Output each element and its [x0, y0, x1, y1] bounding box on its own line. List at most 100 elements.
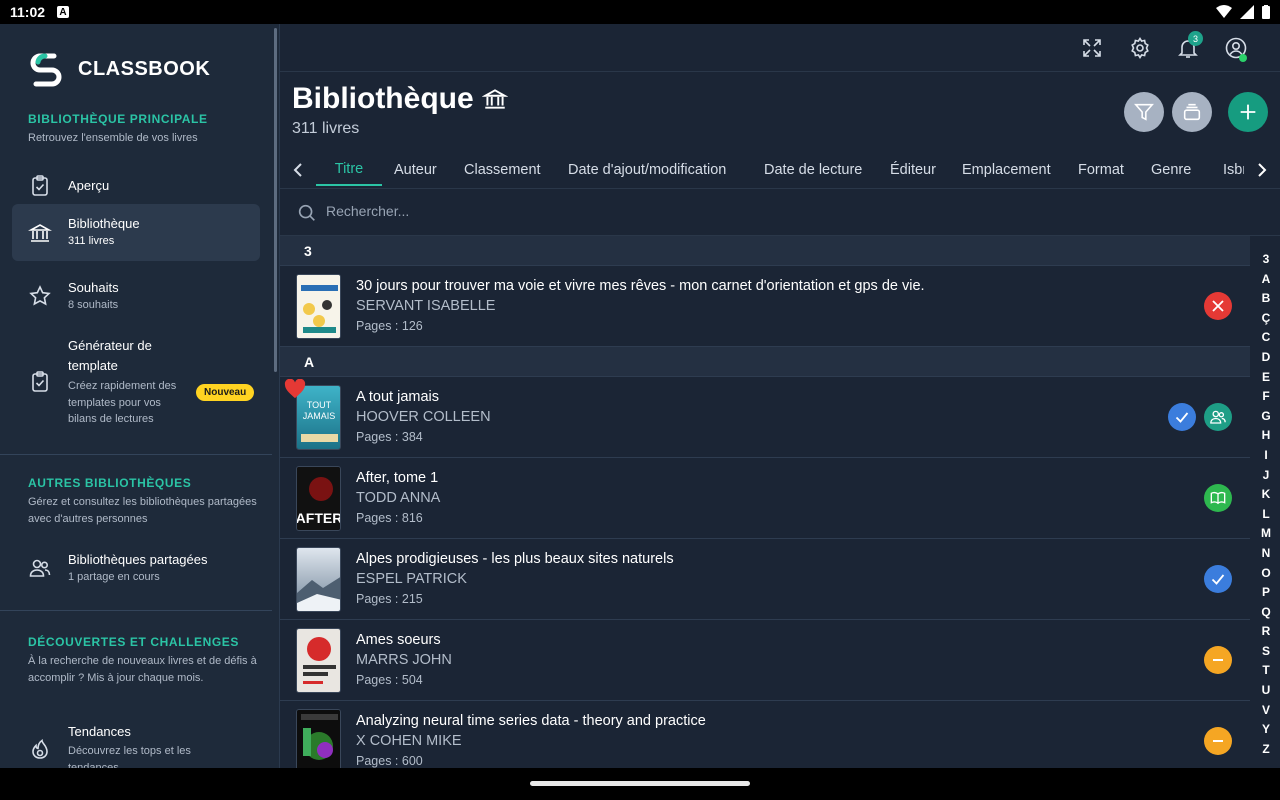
- tab-isbn[interactable]: Isbn: [1223, 154, 1244, 186]
- book-row[interactable]: 30 jours pour trouver ma voie et vivre m…: [280, 266, 1250, 347]
- tab-classement[interactable]: Classement: [464, 154, 541, 186]
- alphabet-letter[interactable]: M: [1256, 524, 1276, 544]
- fullscreen-icon[interactable]: [1080, 36, 1104, 60]
- tab-editeur[interactable]: Éditeur: [890, 154, 936, 186]
- sidebar-item-template-generator[interactable]: Générateur de template Créez rapidement …: [12, 336, 260, 426]
- status-lent[interactable]: [1204, 403, 1232, 431]
- sidebar-item-label: Bibliothèque: [68, 216, 140, 232]
- book-list: 3 30 jours pour trouver ma voie et vivre…: [280, 236, 1250, 768]
- alphabet-letter[interactable]: 3: [1256, 250, 1276, 270]
- tab-auteur[interactable]: Auteur: [394, 154, 437, 186]
- main-library-section-subtitle: Retrouvez l'ensemble de vos livres: [28, 132, 198, 144]
- sidebar-item-bibliotheque[interactable]: Bibliothèque 311 livres: [12, 204, 260, 261]
- add-book-button[interactable]: [1228, 92, 1268, 132]
- alphabet-letter[interactable]: J: [1256, 466, 1276, 486]
- sidebar-item-shared-libraries[interactable]: Bibliothèques partagées 1 partage en cou…: [12, 548, 260, 588]
- book-title: Analyzing neural time series data - theo…: [356, 713, 706, 729]
- tab-titre[interactable]: Titre: [316, 154, 382, 186]
- alphabet-index: 3 A B Ç C D E F G H I J K L M N O P Q R …: [1256, 250, 1276, 759]
- book-cover: [296, 628, 341, 693]
- alphabet-letter[interactable]: V: [1256, 701, 1276, 721]
- sidebar-item-label: Aperçu: [68, 178, 110, 193]
- collections-button[interactable]: [1172, 92, 1212, 132]
- alphabet-letter[interactable]: R: [1256, 622, 1276, 642]
- sidebar-divider: [0, 610, 272, 611]
- status-paused[interactable]: [1204, 646, 1232, 674]
- alphabet-letter[interactable]: B: [1256, 289, 1276, 309]
- book-pages: Pages : 504: [356, 673, 423, 687]
- status-reading[interactable]: [1204, 484, 1232, 512]
- alphabet-letter[interactable]: D: [1256, 348, 1276, 368]
- alphabet-letter[interactable]: H: [1256, 426, 1276, 446]
- alphabet-letter[interactable]: E: [1256, 368, 1276, 388]
- filter-button[interactable]: [1124, 92, 1164, 132]
- main-content: 3 Bibliothèque 311 livres Titre Auteur C…: [280, 24, 1280, 768]
- sidebar-item-label: Souhaits: [68, 279, 119, 295]
- flame-icon: [32, 739, 48, 759]
- status-time: 11:02: [10, 4, 46, 20]
- other-libraries-section-title: AUTRES BIBLIOTHÈQUES: [28, 476, 192, 490]
- alphabet-letter[interactable]: G: [1256, 407, 1276, 427]
- gear-icon[interactable]: [1128, 36, 1152, 60]
- alphabet-letter[interactable]: Y: [1256, 720, 1276, 740]
- book-row[interactable]: Alpes prodigieuses - les plus beaux site…: [280, 539, 1250, 620]
- status-read[interactable]: [1168, 403, 1196, 431]
- sidebar-item-label: Bibliothèques partagées: [68, 551, 208, 567]
- discover-section-title: DÉCOUVERTES ET CHALLENGES: [28, 635, 240, 649]
- status-paused[interactable]: [1204, 727, 1232, 755]
- book-row[interactable]: Analyzing neural time series data - theo…: [280, 701, 1250, 768]
- home-gesture-handle[interactable]: [530, 781, 750, 786]
- tabs-strip: Titre Auteur Classement Date d'ajout/mod…: [314, 154, 1244, 186]
- sidebar-item-apercu[interactable]: Aperçu: [12, 166, 260, 206]
- alphabet-letter[interactable]: Ç: [1256, 309, 1276, 329]
- tab-emplacement[interactable]: Emplacement: [962, 154, 1051, 186]
- tab-date-ajout[interactable]: Date d'ajout/modification: [568, 154, 726, 186]
- alphabet-letter[interactable]: P: [1256, 583, 1276, 603]
- status-read[interactable]: [1204, 565, 1232, 593]
- alphabet-letter[interactable]: A: [1256, 270, 1276, 290]
- alphabet-letter[interactable]: N: [1256, 544, 1276, 564]
- plus-icon: [1240, 104, 1256, 120]
- alphabet-letter[interactable]: C: [1256, 328, 1276, 348]
- book-row[interactable]: AFTER After, tome 1 TODD ANNA Pages : 81…: [280, 458, 1250, 539]
- book-title: Alpes prodigieuses - les plus beaux site…: [356, 551, 674, 567]
- alphabet-letter[interactable]: F: [1256, 387, 1276, 407]
- book-row[interactable]: TOUT JAMAIS A tout jamais HOOVER COLLEEN …: [280, 377, 1250, 458]
- alphabet-letter[interactable]: I: [1256, 446, 1276, 466]
- alphabet-letter[interactable]: O: [1256, 564, 1276, 584]
- status-abandoned[interactable]: [1204, 292, 1232, 320]
- chevron-right-icon[interactable]: [1250, 158, 1274, 182]
- book-cover: [296, 709, 341, 768]
- alphabet-letter[interactable]: S: [1256, 642, 1276, 662]
- alphabet-letter[interactable]: T: [1256, 661, 1276, 681]
- top-toolbar: 3: [280, 24, 1280, 72]
- alphabet-letter[interactable]: Z: [1256, 740, 1276, 760]
- sidebar-scrollbar[interactable]: [274, 28, 277, 372]
- section-header-3: 3: [280, 236, 1250, 266]
- search-input[interactable]: [326, 203, 926, 219]
- book-pages: Pages : 215: [356, 592, 423, 606]
- classbook-logo-icon: [30, 53, 62, 87]
- check-icon: [1211, 574, 1225, 585]
- status-bar: 11:02 A: [0, 0, 1280, 24]
- open-book-icon: [1210, 491, 1226, 505]
- sidebar-item-desc: 1 partage en cours: [68, 570, 160, 583]
- tab-genre[interactable]: Genre: [1151, 154, 1191, 186]
- alphabet-letter[interactable]: U: [1256, 681, 1276, 701]
- tab-date-lecture[interactable]: Date de lecture: [764, 154, 862, 186]
- favorite-heart-icon[interactable]: [284, 379, 306, 399]
- clipboard-check-icon: [32, 175, 48, 196]
- sidebar-item-souhaits[interactable]: Souhaits 8 souhaits: [12, 276, 260, 316]
- alphabet-letter[interactable]: Q: [1256, 603, 1276, 623]
- book-pages: Pages : 600: [356, 754, 423, 768]
- sidebar: CLASSBOOK BIBLIOTHÈQUE PRINCIPALE Retrou…: [0, 24, 280, 768]
- book-author: MARRS JOHN: [356, 652, 452, 668]
- alphabet-letter[interactable]: K: [1256, 485, 1276, 505]
- sidebar-item-tendances[interactable]: Tendances Découvrez les tops et les tend…: [12, 723, 260, 768]
- book-cover: [296, 547, 341, 612]
- tab-format[interactable]: Format: [1078, 154, 1124, 186]
- library-icon: [28, 223, 52, 242]
- chevron-left-icon[interactable]: [286, 158, 310, 182]
- alphabet-letter[interactable]: L: [1256, 505, 1276, 525]
- book-row[interactable]: Ames soeurs MARRS JOHN Pages : 504: [280, 620, 1250, 701]
